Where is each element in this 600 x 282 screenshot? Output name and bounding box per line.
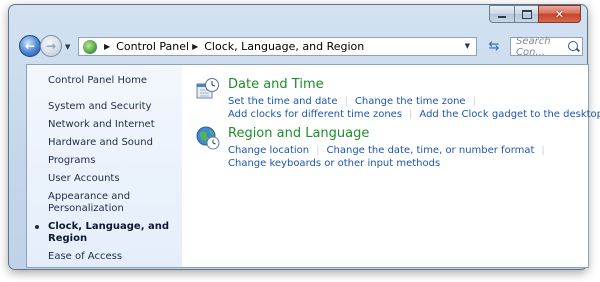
- link-divider: |: [316, 145, 320, 156]
- sidebar-item-system-and-security[interactable]: System and Security: [48, 101, 180, 113]
- address-bar[interactable]: ▶ Control Panel ▶ Clock, Language, and R…: [78, 37, 477, 56]
- link-divider: |: [472, 96, 476, 107]
- search-box[interactable]: Search Con...: [510, 36, 583, 58]
- maximize-button[interactable]: [514, 5, 539, 23]
- date-time-links-row2: Add clocks for different time zones | Ad…: [228, 109, 600, 120]
- search-icon[interactable]: [568, 41, 578, 51]
- link-change-date-time-number-format[interactable]: Change the date, time, or number format: [327, 145, 535, 156]
- date-time-links-row1: Set the time and date | Change the time …: [228, 96, 483, 107]
- recent-pages-chevron-down-icon[interactable]: ▼: [65, 43, 70, 51]
- forward-arrow-icon: →: [45, 39, 57, 53]
- breadcrumb-control-panel[interactable]: Control Panel: [116, 40, 189, 53]
- link-set-time-and-date[interactable]: Set the time and date: [228, 96, 338, 107]
- sidebar-item-user-accounts[interactable]: User Accounts: [48, 173, 180, 185]
- link-add-clock-gadget[interactable]: Add the Clock gadget to the desktop: [419, 109, 600, 120]
- back-button[interactable]: ←: [19, 35, 41, 57]
- back-arrow-icon: ←: [24, 39, 36, 53]
- close-button[interactable]: ✕: [538, 5, 581, 23]
- refresh-button[interactable]: ⇆: [483, 37, 505, 56]
- link-divider: |: [344, 96, 348, 107]
- forward-button[interactable]: →: [40, 35, 62, 57]
- sidebar-item-network-and-internet[interactable]: Network and Internet: [48, 119, 180, 131]
- content-area: Control Panel Home System and Security N…: [26, 64, 600, 268]
- breadcrumb-separator-icon[interactable]: ▶: [192, 42, 198, 51]
- category-title-date-and-time[interactable]: Date and Time: [228, 77, 324, 92]
- sidebar-item-programs[interactable]: Programs: [48, 155, 180, 167]
- region-links-row2: Change keyboards or other input methods: [228, 158, 440, 169]
- close-icon: ✕: [554, 7, 565, 21]
- sidebar-list: System and Security Network and Internet…: [35, 101, 180, 269]
- sidebar-item-appearance[interactable]: Appearance and Personalization: [48, 191, 180, 215]
- minimize-button[interactable]: [489, 5, 515, 23]
- link-change-keyboards[interactable]: Change keyboards or other input methods: [228, 158, 440, 169]
- sidebar-item-hardware-and-sound[interactable]: Hardware and Sound: [48, 137, 180, 149]
- control-panel-window: ✕ ← → ▼ ▶ Control Panel ▶ Clock, Languag…: [8, 4, 600, 270]
- breadcrumb-separator-icon[interactable]: ▶: [104, 42, 110, 51]
- clock-calendar-icon[interactable]: [196, 77, 220, 101]
- breadcrumb-clock-language-region[interactable]: Clock, Language, and Region: [204, 40, 364, 53]
- control-panel-icon: [83, 39, 97, 54]
- link-change-time-zone[interactable]: Change the time zone: [355, 96, 466, 107]
- link-change-location[interactable]: Change location: [228, 145, 309, 156]
- sidebar: Control Panel Home System and Security N…: [27, 65, 182, 267]
- sidebar-item-ease-of-access[interactable]: Ease of Access: [48, 251, 180, 263]
- region-links-row1: Change location | Change the date, time,…: [228, 145, 552, 156]
- sidebar-item-clock-language-region[interactable]: Clock, Language, and Region: [35, 221, 180, 245]
- window-caption-buttons: ✕: [489, 5, 581, 23]
- category-title-region-and-language[interactable]: Region and Language: [228, 126, 369, 141]
- refresh-icon: ⇆: [488, 39, 500, 54]
- sidebar-control-panel-home[interactable]: Control Panel Home: [48, 75, 147, 86]
- maximize-icon: [521, 9, 532, 19]
- minimize-icon: [498, 16, 506, 18]
- address-history-chevron-down-icon[interactable]: ▼: [465, 42, 470, 50]
- link-divider: |: [541, 145, 545, 156]
- globe-clock-icon[interactable]: [196, 126, 220, 150]
- link-add-clocks[interactable]: Add clocks for different time zones: [228, 109, 402, 120]
- link-divider: |: [409, 109, 413, 120]
